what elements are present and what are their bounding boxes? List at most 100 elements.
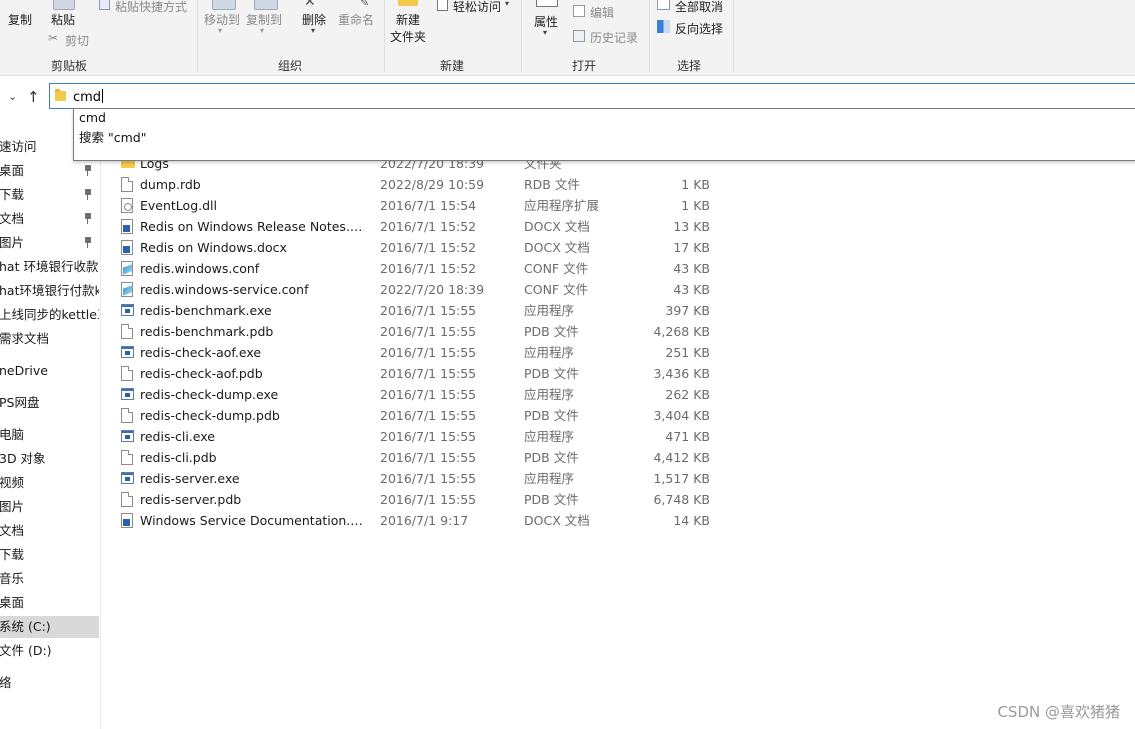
paste-shortcut-button[interactable]: 粘贴快捷方式	[115, 0, 187, 15]
file-size: 1 KB	[681, 198, 710, 213]
file-date-modified: 2016/7/1 15:55	[380, 345, 477, 360]
nav-item-desktop[interactable]: 桌面	[0, 160, 99, 182]
file-row[interactable]: redis-benchmark.exe 2016/7/1 15:55 应用程序 397…	[101, 300, 721, 321]
conf-file-icon	[121, 261, 133, 276]
nav-item-label: 电脑	[0, 427, 25, 442]
ribbon-separator	[733, 0, 734, 72]
nav-item-label: hat环境银行付款ktr	[0, 283, 99, 298]
nav-item-documents[interactable]: 文档	[0, 208, 99, 230]
easy-access-button[interactable]: 轻松访问	[453, 0, 501, 15]
delete-icon: ✕	[304, 0, 316, 10]
edit-button[interactable]: 编辑	[590, 4, 614, 21]
file-row[interactable]: Redis on Windows Release Notes.docx 2016/…	[101, 216, 721, 237]
nav-item-label: 下载	[0, 547, 25, 562]
nav-item-label: 上线同步的kettle工	[0, 307, 99, 322]
file-row[interactable]: redis-benchmark.pdb 2016/7/1 15:55 PDB 文件 4…	[101, 321, 721, 342]
nav-item-wps-drive[interactable]: PS网盘	[0, 392, 99, 414]
chevron-down-icon: ▾	[218, 26, 223, 35]
nav-item-network[interactable]: 络	[0, 672, 99, 694]
new-folder-button[interactable]: 新建	[396, 11, 420, 28]
file-row[interactable]: redis-cli.pdb 2016/7/1 15:55 PDB 文件 4,412 K…	[101, 447, 721, 468]
file-name: redis.windows-service.conf	[140, 282, 309, 297]
nav-item-music[interactable]: 音乐	[0, 568, 99, 590]
cut-button[interactable]: 剪切	[65, 32, 89, 49]
autocomplete-item-search[interactable]: 搜索 "cmd"	[79, 127, 146, 146]
file-row[interactable]: redis-check-aof.exe 2016/7/1 15:55 应用程序 251…	[101, 342, 721, 363]
ribbon-separator	[649, 0, 650, 72]
file-size: 262 KB	[665, 387, 710, 402]
file-row[interactable]: redis-server.exe 2016/7/1 15:55 应用程序 1,517 …	[101, 468, 721, 489]
pin-icon	[84, 237, 92, 249]
file-date-modified: 2016/7/1 15:55	[380, 303, 477, 318]
nav-item-videos[interactable]: 视频	[0, 472, 99, 494]
ribbon: 复制 粘贴 粘贴快捷方式 ✂ 剪切 剪贴板 移动到 复制到 ▾ ▾ ✕ 删除 ▾…	[0, 0, 1135, 76]
nav-item-folder[interactable]: hat 环境银行收款ktr	[0, 256, 99, 278]
nav-item-label: 下载	[0, 187, 25, 202]
file-row[interactable]: redis-check-dump.pdb 2016/7/1 15:55 PDB 文件…	[101, 405, 721, 426]
nav-item-label: 文件 (D:)	[0, 643, 52, 658]
exe-icon	[121, 388, 134, 400]
file-name: redis-benchmark.exe	[140, 303, 272, 318]
file-row[interactable]: redis-check-dump.exe 2016/7/1 15:55 应用程序 26…	[101, 384, 721, 405]
invert-selection-button[interactable]: 反向选择	[675, 20, 723, 37]
file-type: PDB 文件	[524, 450, 579, 465]
file-date-modified: 2016/7/1 15:55	[380, 471, 477, 486]
nav-item-documents[interactable]: 文档	[0, 520, 99, 542]
exe-icon	[121, 430, 134, 442]
nav-item-label: PS网盘	[0, 395, 40, 410]
file-icon	[121, 408, 133, 423]
recent-locations-chevron-icon[interactable]: ⌄	[8, 90, 17, 103]
up-arrow-icon[interactable]: ↑	[27, 88, 40, 106]
file-type: DOCX 文档	[524, 240, 590, 255]
properties-icon	[536, 0, 558, 7]
nav-item-downloads[interactable]: 下载	[0, 544, 99, 566]
nav-item-onedrive[interactable]: neDrive	[0, 360, 99, 382]
pin-icon	[84, 165, 92, 177]
file-name: redis-cli.exe	[140, 429, 215, 444]
nav-item-this-pc[interactable]: 电脑	[0, 424, 99, 446]
file-row[interactable]: redis-check-aof.pdb 2016/7/1 15:55 PDB 文件 3…	[101, 363, 721, 384]
history-button[interactable]: 历史记录	[590, 29, 638, 46]
address-input[interactable]: cmd	[73, 89, 104, 105]
file-explorer-window: 复制 粘贴 粘贴快捷方式 ✂ 剪切 剪贴板 移动到 复制到 ▾ ▾ ✕ 删除 ▾…	[0, 0, 1135, 729]
copy-button[interactable]: 复制	[8, 11, 32, 28]
file-row[interactable]: EventLog.dll 2016/7/1 15:54 应用程序扩展 1 KB	[101, 195, 721, 216]
nav-item-pictures[interactable]: 图片	[0, 232, 99, 254]
file-type: 应用程序扩展	[524, 198, 600, 213]
file-date-modified: 2016/7/1 15:55	[380, 492, 477, 507]
nav-item-desktop[interactable]: 桌面	[0, 592, 99, 614]
file-date-modified: 2016/7/1 15:55	[380, 429, 477, 444]
nav-item-folder[interactable]: hat环境银行付款ktr	[0, 280, 99, 302]
nav-item-drive-c[interactable]: 系统 (C:)	[0, 616, 99, 638]
select-none-button[interactable]: 全部取消	[675, 0, 723, 15]
file-row[interactable]: redis.windows-service.conf 2022/7/20 18:3…	[101, 279, 721, 300]
file-row[interactable]: redis-cli.exe 2016/7/1 15:55 应用程序 471 KB	[101, 426, 721, 447]
paste-button[interactable]: 粘贴	[51, 11, 75, 28]
history-icon	[573, 30, 585, 42]
open-group-label: 打开	[572, 59, 597, 73]
address-bar[interactable]: cmd	[49, 83, 1135, 109]
autocomplete-dropdown: cmd 搜索 "cmd"	[73, 108, 1135, 161]
nav-item-folder[interactable]: 上线同步的kettle工	[0, 304, 99, 326]
nav-item-drive-d[interactable]: 文件 (D:)	[0, 640, 99, 662]
ribbon-separator	[521, 0, 522, 72]
rename-button[interactable]: 重命名	[338, 11, 374, 28]
file-type: PDB 文件	[524, 324, 579, 339]
new-folder-icon	[398, 0, 418, 6]
file-type: DOCX 文档	[524, 219, 590, 234]
autocomplete-item-cmd[interactable]: cmd	[79, 110, 106, 125]
nav-item-downloads[interactable]: 下载	[0, 184, 99, 206]
file-row[interactable]: dump.rdb 2022/8/29 10:59 RDB 文件 1 KB	[101, 174, 721, 195]
nav-item-label: 系统 (C:)	[0, 619, 51, 634]
file-row[interactable]: redis-server.pdb 2016/7/1 15:55 PDB 文件 6,74…	[101, 489, 721, 510]
file-row[interactable]: redis.windows.conf 2016/7/1 15:52 CONF 文件 4…	[101, 258, 721, 279]
file-row[interactable]: Redis on Windows.docx 2016/7/1 15:52 DOCX …	[101, 237, 721, 258]
file-row[interactable]: Windows Service Documentation.docx 2016/7…	[101, 510, 721, 531]
ribbon-separator	[384, 0, 385, 72]
file-list: Logs 2022/7/20 18:39 文件夹 dump.rdb 2022/8/29 …	[101, 110, 1135, 729]
nav-item-pictures[interactable]: 图片	[0, 496, 99, 518]
move-to-icon	[212, 0, 236, 10]
nav-item-label: 视频	[0, 475, 25, 490]
nav-item-3d-objects[interactable]: 3D 对象	[0, 448, 99, 470]
nav-item-folder[interactable]: 需求文档	[0, 328, 99, 350]
